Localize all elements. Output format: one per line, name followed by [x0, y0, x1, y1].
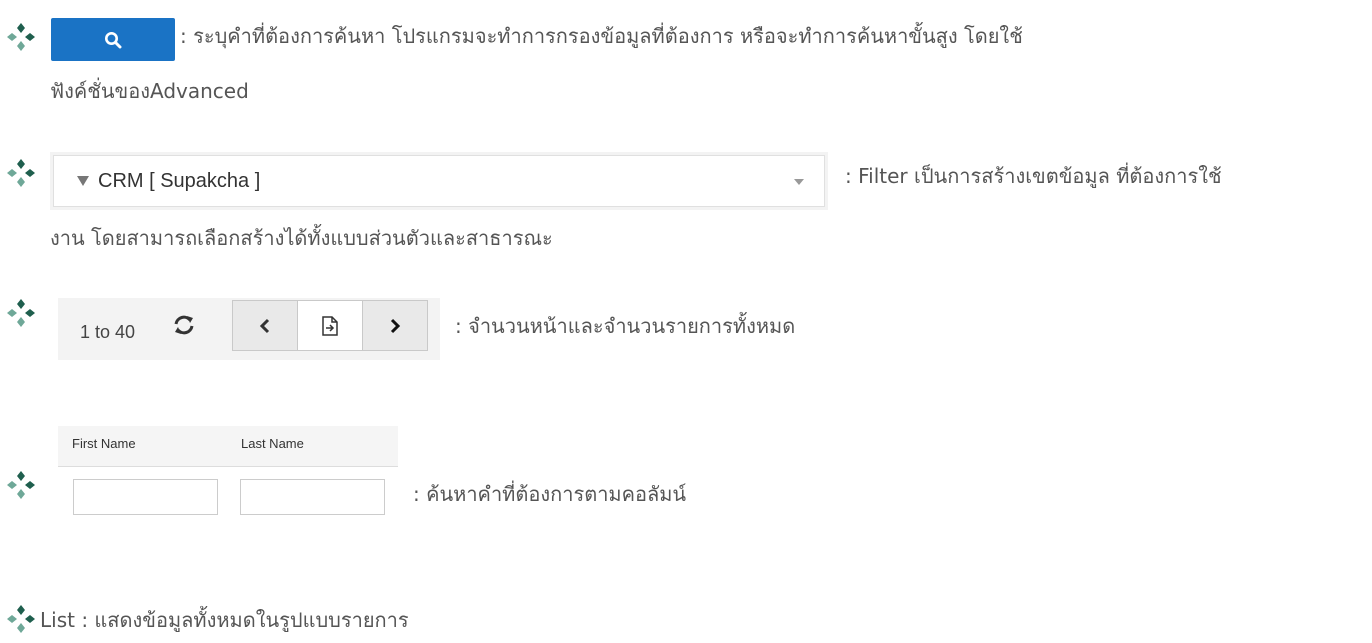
filter-selected-value: CRM [ Supakcha ]: [98, 169, 261, 192]
chevron-left-icon: [259, 318, 270, 333]
bullet-icon: [7, 159, 35, 187]
column-header-first-name: First Name: [72, 436, 136, 451]
last-name-search-input[interactable]: [240, 479, 385, 515]
pager-description: : จำนวนหน้าและจำนวนรายการทั้งหมด: [455, 314, 796, 338]
chevron-down-icon: [794, 179, 804, 185]
bullet-icon: [7, 605, 35, 633]
bullet-icon: [7, 471, 35, 499]
export-icon: [322, 315, 338, 336]
column-header-last-name: Last Name: [241, 436, 304, 451]
pager-range: 1 to 40: [80, 322, 136, 342]
search-icon: [105, 31, 122, 48]
filter-select[interactable]: CRM [ Supakcha ]: [53, 155, 825, 207]
first-name-search-input[interactable]: [73, 479, 218, 515]
search-button[interactable]: [51, 18, 175, 61]
chevron-right-icon: [390, 318, 401, 333]
search-description-continued: ฟังค์ชั่นของAdvanced: [50, 79, 249, 103]
next-page-button[interactable]: [362, 300, 428, 351]
export-button[interactable]: [297, 300, 363, 351]
filter-description: : Filter เป็นการสร้างเขตข้อมูล ที่ต้องกา…: [845, 164, 1222, 188]
prev-page-button[interactable]: [232, 300, 298, 351]
column-search-description: : ค้นหาคำที่ต้องการตามคอลัมน์: [413, 482, 687, 506]
bullet-icon: [7, 23, 35, 51]
search-description: : ระบุคำที่ต้องการค้นหา โปรแกรมจะทำการกร…: [180, 24, 1023, 48]
filter-select-frame: CRM [ Supakcha ]: [50, 152, 828, 210]
bullet-icon: [7, 299, 35, 327]
refresh-icon[interactable]: [172, 314, 196, 336]
filter-icon: [77, 176, 89, 186]
filter-description-continued: งาน โดยสามารถเลือกสร้างได้ทั้งแบบส่วนตัว…: [50, 226, 553, 250]
list-description: List : แสดงข้อมูลทั้งหมดในรูปแบบรายการ: [40, 608, 409, 632]
